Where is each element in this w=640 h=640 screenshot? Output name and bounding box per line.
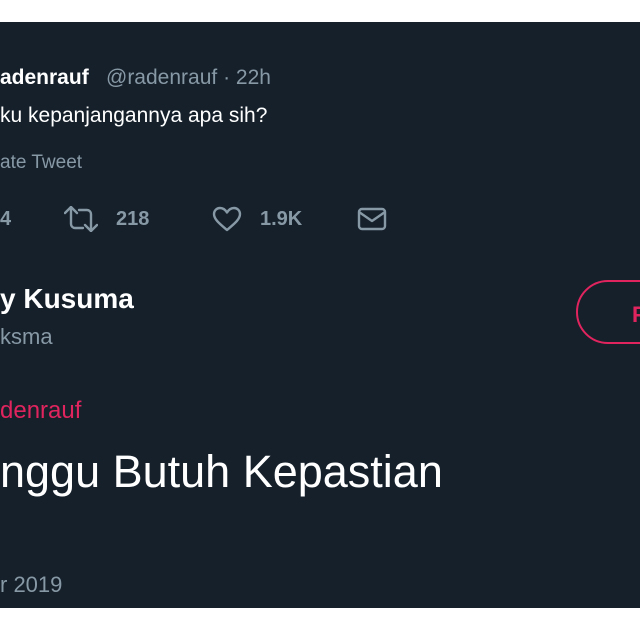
original-author-meta[interactable]: @radenrauf · 22h [106, 66, 271, 90]
meta-separator: · [223, 66, 231, 89]
reply-tweet-text: nggu Butuh Kepastian [0, 446, 443, 497]
direct-message-action[interactable] [357, 204, 387, 234]
tweet-time[interactable]: 22h [236, 66, 271, 89]
reply-author-handle[interactable]: ksma [0, 324, 53, 350]
retweet-icon [64, 206, 98, 232]
reply-action[interactable]: 4 [0, 204, 11, 234]
reply-count: 4 [0, 207, 12, 230]
like-count: 1.9K [260, 207, 303, 230]
reply-date[interactable]: r 2019 [0, 572, 62, 598]
retweet-count: 218 [116, 207, 150, 230]
reply-author-name[interactable]: y Kusuma [0, 283, 134, 315]
original-author-handle[interactable]: @radenrauf [106, 66, 217, 89]
replying-to-link[interactable]: denrauf [0, 397, 81, 425]
heart-icon [212, 206, 242, 232]
original-tweet-text: ku kepanjangannya apa sih? [0, 104, 268, 127]
translate-tweet-link[interactable]: ate Tweet [0, 152, 82, 174]
retweet-action[interactable]: 218 [64, 204, 149, 234]
tweet-panel: adenrauf @radenrauf · 22h ku kepanjangan… [0, 22, 640, 608]
like-action[interactable]: 1.9K [212, 204, 302, 234]
mail-icon [357, 207, 387, 231]
follow-button-label: F [632, 302, 640, 327]
follow-button[interactable]: F [576, 280, 640, 344]
original-author-name[interactable]: adenrauf [0, 66, 89, 90]
